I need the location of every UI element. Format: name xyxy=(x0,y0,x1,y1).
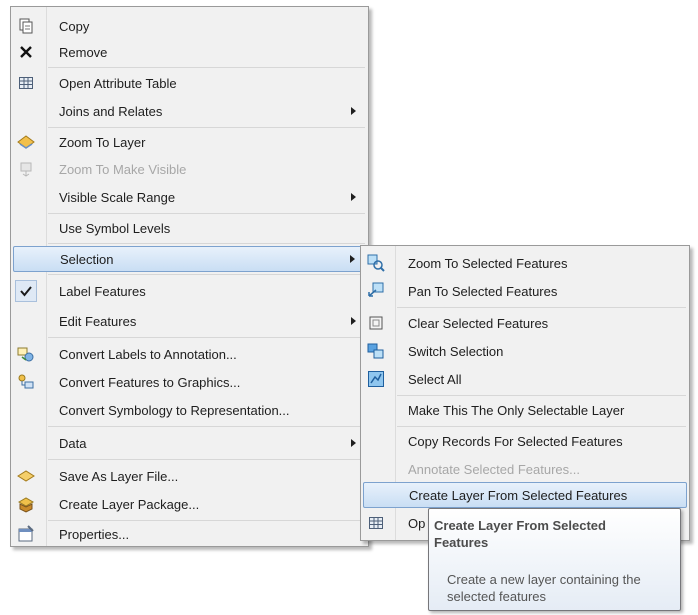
table-icon xyxy=(17,74,35,92)
menu-item-label: Pan To Selected Features xyxy=(408,283,558,299)
menu-item-label: Use Symbol Levels xyxy=(59,220,171,236)
menu-item-visible-scale-range[interactable]: Visible Scale Range xyxy=(13,183,366,211)
menu-item-properties[interactable]: Properties... xyxy=(13,521,366,547)
menu-item-label: Save As Layer File... xyxy=(59,468,179,484)
selection-submenu: Zoom To Selected Features Pan To Selecte… xyxy=(360,245,690,541)
menu-item-zoom-to-make-visible[interactable]: Zoom To Make Visible xyxy=(13,155,366,183)
menu-item-label: Select All xyxy=(408,371,462,387)
menu-item-label: Selection xyxy=(60,251,114,267)
menu-item-edit-features[interactable]: Edit Features xyxy=(13,307,366,335)
menu-item-label: Annotate Selected Features... xyxy=(408,461,580,477)
menu-separator xyxy=(48,426,365,427)
menu-item-data[interactable]: Data xyxy=(13,429,366,457)
submenu-item-annotate-selected-features[interactable]: Annotate Selected Features... xyxy=(363,455,687,483)
layer-context-menu: Copy Remove Open Attribute Table Joins a… xyxy=(10,6,369,547)
menu-item-convert-symbology-to-representation[interactable]: Convert Symbology to Representation... xyxy=(13,396,366,424)
menu-item-joins-and-relates[interactable]: Joins and Relates xyxy=(13,97,366,125)
menu-separator xyxy=(48,213,365,214)
convert-features-icon xyxy=(17,373,35,391)
checkmark-icon xyxy=(17,282,35,300)
menu-item-convert-labels-to-annotation[interactable]: Convert Labels to Annotation... xyxy=(13,340,366,368)
menu-separator xyxy=(48,274,365,275)
table-icon xyxy=(367,514,385,532)
select-all-icon xyxy=(367,370,385,388)
menu-separator xyxy=(48,67,365,68)
menu-item-label: Properties... xyxy=(59,526,130,542)
menu-item-create-layer-package[interactable]: Create Layer Package... xyxy=(13,490,366,518)
zoom-to-layer-icon xyxy=(17,133,35,151)
menu-item-label: Clear Selected Features xyxy=(408,315,549,331)
tooltip-description: Create a new layer containing the select… xyxy=(447,572,641,604)
copy-icon xyxy=(17,17,35,35)
submenu-item-copy-records[interactable]: Copy Records For Selected Features xyxy=(363,427,687,455)
menu-item-label: Visible Scale Range xyxy=(59,189,176,205)
menu-item-label: Copy Records For Selected Features xyxy=(408,433,623,449)
menu-item-remove[interactable]: Remove xyxy=(13,39,366,65)
menu-item-selection[interactable]: Selection xyxy=(13,246,366,272)
menu-item-label: Zoom To Selected Features xyxy=(408,255,568,271)
menu-item-label: Data xyxy=(59,435,87,451)
submenu-item-create-layer-from-selected[interactable]: Create Layer From Selected Features xyxy=(363,482,687,508)
submenu-arrow-icon xyxy=(351,439,356,447)
submenu-arrow-icon xyxy=(351,193,356,201)
submenu-arrow-icon xyxy=(350,255,355,263)
submenu-item-zoom-to-selected-features[interactable]: Zoom To Selected Features xyxy=(363,249,687,277)
menu-item-convert-features-to-graphics[interactable]: Convert Features to Graphics... xyxy=(13,368,366,396)
menu-separator xyxy=(397,307,686,308)
pan-to-selected-icon xyxy=(367,282,385,300)
submenu-item-clear-selected-features[interactable]: Clear Selected Features xyxy=(363,309,687,337)
menu-item-label: Open Attribute Table xyxy=(59,75,177,91)
properties-icon xyxy=(17,525,35,543)
menu-item-label: Make This The Only Selectable Layer xyxy=(408,402,625,418)
submenu-arrow-icon xyxy=(351,107,356,115)
convert-labels-icon xyxy=(17,345,35,363)
zoom-to-selected-icon xyxy=(367,254,385,272)
tooltip-title: Create Layer From Selected Features xyxy=(434,518,606,550)
menu-separator xyxy=(48,127,365,128)
switch-selection-icon xyxy=(367,342,385,360)
menu-item-label: Label Features xyxy=(59,283,146,299)
layer-file-icon xyxy=(17,467,35,485)
remove-icon xyxy=(17,43,35,61)
menu-item-label: Joins and Relates xyxy=(59,103,163,119)
tooltip: Create Layer From Selected Features Crea… xyxy=(428,508,681,611)
menu-item-label: Zoom To Layer xyxy=(59,134,146,150)
submenu-item-make-only-selectable-layer[interactable]: Make This The Only Selectable Layer xyxy=(363,396,687,424)
menu-item-zoom-to-layer[interactable]: Zoom To Layer xyxy=(13,129,366,155)
submenu-item-pan-to-selected-features[interactable]: Pan To Selected Features xyxy=(363,277,687,305)
menu-item-label: Edit Features xyxy=(59,313,137,329)
zoom-to-make-visible-icon xyxy=(17,160,35,178)
menu-item-label: Convert Labels to Annotation... xyxy=(59,346,237,362)
menu-item-label: Create Layer From Selected Features xyxy=(409,487,628,503)
submenu-item-select-all[interactable]: Select All xyxy=(363,365,687,393)
menu-item-label: Switch Selection xyxy=(408,343,504,359)
clear-selection-icon xyxy=(367,314,385,332)
menu-item-use-symbol-levels[interactable]: Use Symbol Levels xyxy=(13,215,366,241)
menu-separator xyxy=(48,459,365,460)
menu-item-save-as-layer-file[interactable]: Save As Layer File... xyxy=(13,462,366,490)
menu-item-copy[interactable]: Copy xyxy=(13,13,366,39)
menu-item-open-attribute-table[interactable]: Open Attribute Table xyxy=(13,69,366,97)
menu-item-label: Convert Features to Graphics... xyxy=(59,374,241,390)
menu-item-label: Remove xyxy=(59,44,108,60)
submenu-arrow-icon xyxy=(351,317,356,325)
menu-item-label: Copy xyxy=(59,18,90,34)
menu-item-label: Op xyxy=(408,515,426,531)
menu-separator xyxy=(48,337,365,338)
menu-item-label: Zoom To Make Visible xyxy=(59,161,187,177)
submenu-item-switch-selection[interactable]: Switch Selection xyxy=(363,337,687,365)
menu-item-label: Convert Symbology to Representation... xyxy=(59,402,290,418)
layer-package-icon xyxy=(17,495,35,513)
menu-item-label: Create Layer Package... xyxy=(59,496,200,512)
menu-separator xyxy=(48,243,365,244)
menu-item-label-features[interactable]: Label Features xyxy=(13,277,366,305)
